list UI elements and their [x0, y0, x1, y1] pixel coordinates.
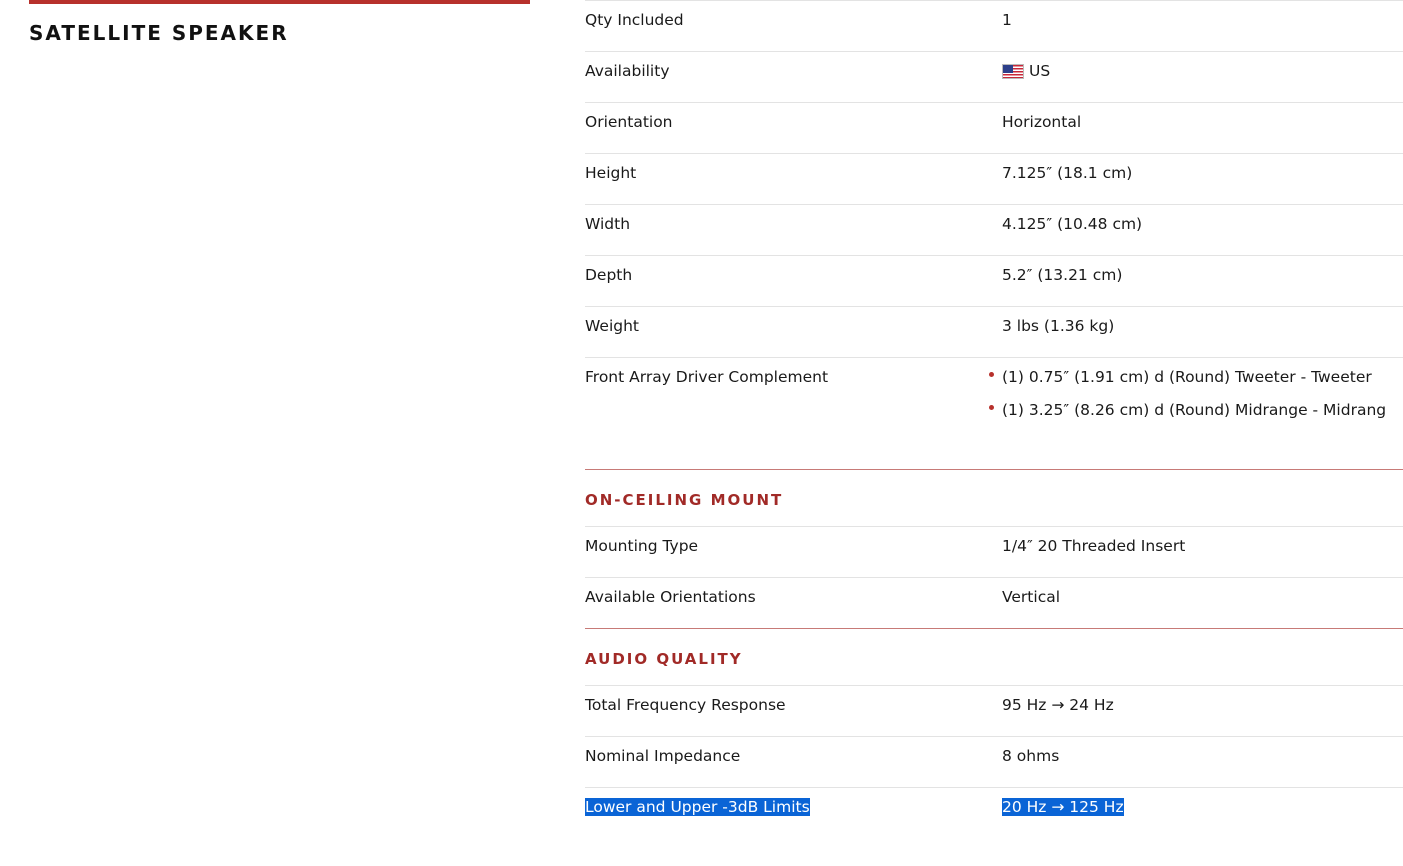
spec-row-mounting-type: Mounting Type 1/4″ 20 Threaded Insert	[585, 526, 1403, 577]
spec-row-availability: Availability US	[585, 51, 1403, 102]
spec-value: 4.125″ (10.48 cm)	[1002, 215, 1143, 233]
spec-label: Nominal Impedance	[585, 747, 741, 765]
list-item: (1) 0.75″ (1.91 cm) d (Round) Tweeter - …	[989, 368, 1386, 401]
availability-text: US	[1029, 62, 1051, 80]
list-item: (1) 3.25″ (8.26 cm) d (Round) Midrange -…	[989, 401, 1386, 434]
driver-list: (1) 0.75″ (1.91 cm) d (Round) Tweeter - …	[989, 368, 1386, 434]
section-heading: AUDIO QUALITY	[585, 650, 743, 668]
spec-label: Width	[585, 215, 631, 233]
spec-value: 1	[1002, 11, 1012, 29]
spec-row-orientation: Orientation Horizontal	[585, 102, 1403, 153]
section-audio-quality: AUDIO QUALITY	[585, 628, 1403, 685]
spec-label: Front Array Driver Complement	[585, 368, 829, 386]
spec-row-height: Height 7.125″ (18.1 cm)	[585, 153, 1403, 204]
spec-value: Vertical	[1002, 588, 1061, 606]
bullet-icon	[989, 405, 994, 410]
driver-item-text: (1) 3.25″ (8.26 cm) d (Round) Midrange -…	[1002, 401, 1387, 419]
spec-label: Height	[585, 164, 637, 182]
spec-value: Horizontal	[1002, 113, 1082, 131]
bullet-icon	[989, 372, 994, 377]
spec-label: Mounting Type	[585, 537, 699, 555]
driver-item-text: (1) 0.75″ (1.91 cm) d (Round) Tweeter - …	[1002, 368, 1372, 386]
spec-row-weight: Weight 3 lbs (1.36 kg)	[585, 306, 1403, 357]
spec-row-width: Width 4.125″ (10.48 cm)	[585, 204, 1403, 255]
spec-label: Total Frequency Response	[585, 696, 786, 714]
spec-value: 1/4″ 20 Threaded Insert	[1002, 537, 1186, 555]
spec-label: Availability	[585, 62, 670, 80]
spec-label: Depth	[585, 266, 633, 284]
spec-row-frequency-response: Total Frequency Response 95 Hz → 24 Hz	[585, 685, 1403, 736]
spec-value: US	[1002, 62, 1050, 80]
spec-row-available-orientations: Available Orientations Vertical	[585, 577, 1403, 628]
spec-value: 8 ohms	[1002, 747, 1060, 765]
spec-value: 7.125″ (18.1 cm)	[1002, 164, 1133, 182]
spec-value: 3 lbs (1.36 kg)	[1002, 317, 1115, 335]
spec-label: Weight	[585, 317, 640, 335]
product-title: SATELLITE SPEAKER	[29, 21, 289, 45]
spec-label: Orientation	[585, 113, 673, 131]
spec-label-selected[interactable]: Lower and Upper -3dB Limits	[585, 798, 810, 816]
spec-value: 5.2″ (13.21 cm)	[1002, 266, 1123, 284]
spec-row-nominal-impedance: Nominal Impedance 8 ohms	[585, 736, 1403, 787]
accent-bar	[29, 0, 530, 4]
spec-label: Qty Included	[585, 11, 684, 29]
spec-row-3db-limits: Lower and Upper -3dB Limits 20 Hz → 125 …	[585, 787, 1403, 838]
spec-value: 95 Hz → 24 Hz	[1002, 696, 1114, 714]
spec-row-depth: Depth 5.2″ (13.21 cm)	[585, 255, 1403, 306]
spec-value-selected[interactable]: 20 Hz → 125 Hz	[1002, 798, 1124, 816]
spec-row-qty: Qty Included 1	[585, 0, 1403, 51]
us-flag-icon	[1002, 63, 1024, 79]
section-heading: ON-CEILING MOUNT	[585, 491, 784, 509]
section-on-ceiling-mount: ON-CEILING MOUNT	[585, 469, 1403, 526]
product-title-panel: SATELLITE SPEAKER	[29, 0, 530, 45]
spec-table: Qty Included 1 Availability US Orientati…	[585, 0, 1403, 838]
spec-label: Available Orientations	[585, 588, 756, 606]
product-spec-page: SATELLITE SPEAKER Qty Included 1 Availab…	[0, 0, 1403, 866]
spec-row-driver-complement: Front Array Driver Complement (1) 0.75″ …	[585, 357, 1403, 469]
